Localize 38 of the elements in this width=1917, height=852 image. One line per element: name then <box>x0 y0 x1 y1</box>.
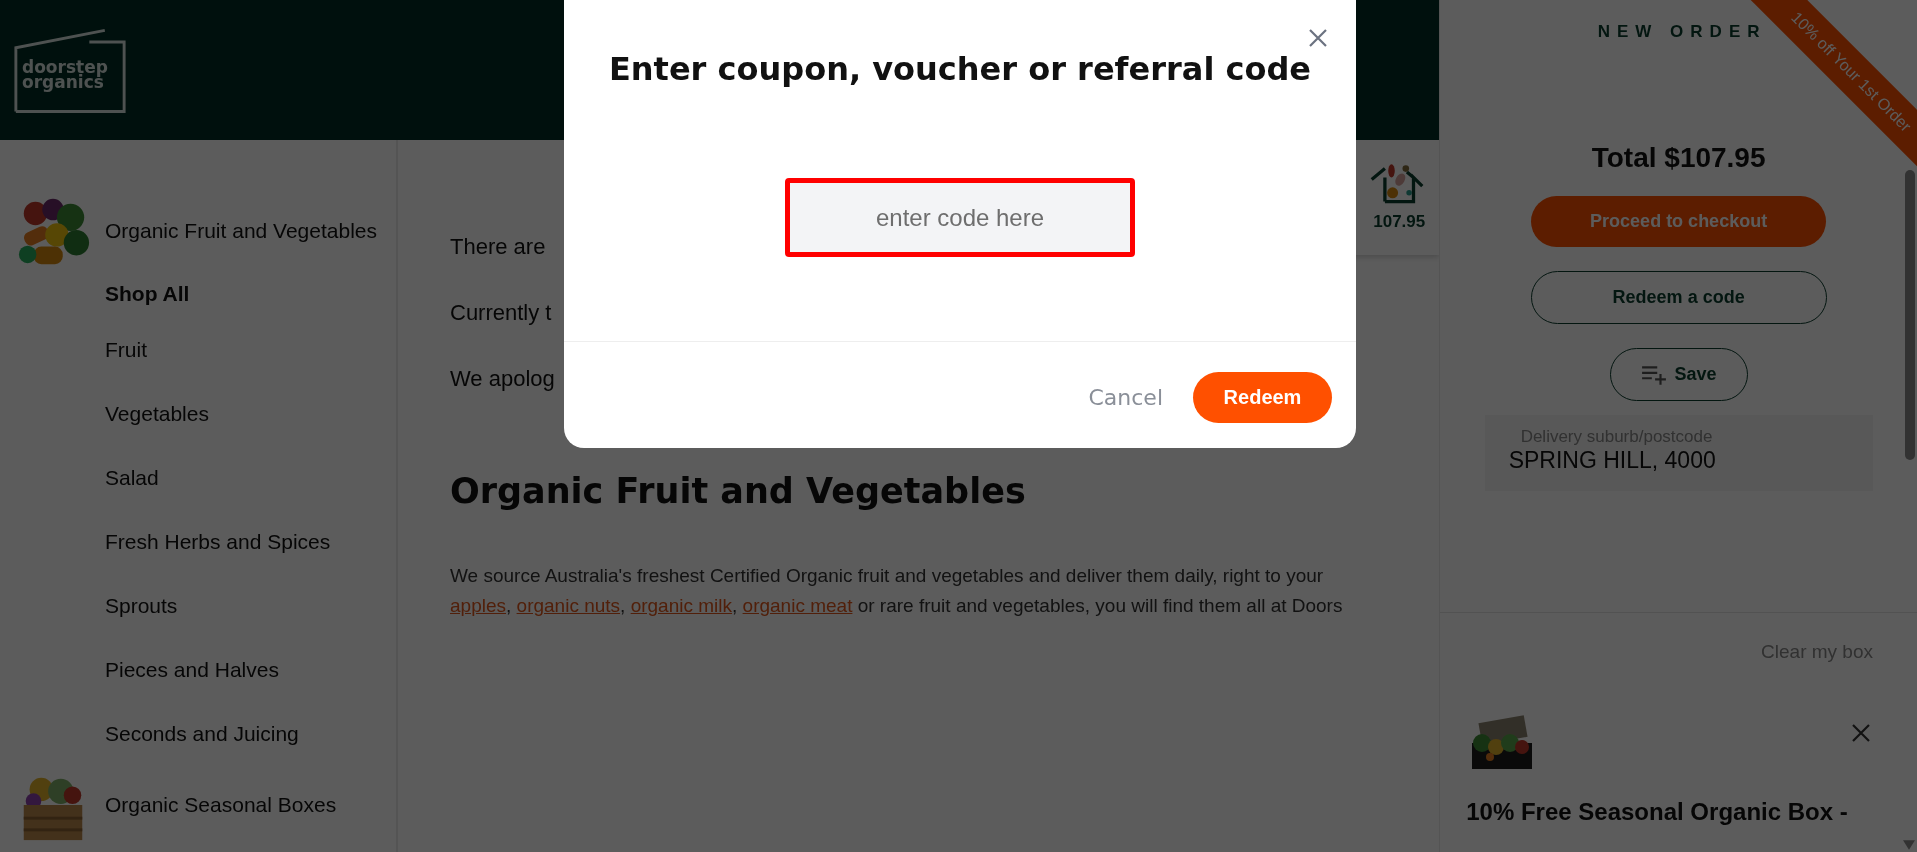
category-link[interactable]: Organic Fruit and Vegetables <box>105 219 377 243</box>
description-text: apples, organic nuts, organic milk, organic meat or rare fruit and vegetables, you will find them all at Doors <box>450 594 1343 618</box>
box-icon <box>1369 162 1426 206</box>
close-icon[interactable] <box>1308 28 1328 48</box>
notice-text: We apolog <box>450 367 555 393</box>
link[interactable]: apples <box>450 595 506 616</box>
redeem-code-button[interactable]: Redeem a code <box>1530 271 1827 324</box>
redeem-button[interactable]: Redeem <box>1193 372 1332 423</box>
save-button[interactable]: Save <box>1609 348 1748 401</box>
cancel-button[interactable]: Cancel <box>1088 385 1163 410</box>
subcategory-link[interactable]: Fruit <box>0 318 147 382</box>
subcategory-link[interactable]: Sprouts <box>0 574 178 638</box>
logo[interactable]: doorstep organics <box>12 26 128 114</box>
link[interactable]: organic nuts <box>516 595 621 616</box>
playlist-add-icon <box>1640 363 1667 386</box>
checkout-button[interactable]: Proceed to checkout <box>1531 196 1827 247</box>
cart-total: 107.95 <box>1373 212 1426 232</box>
code-input-field[interactable]: enter code here <box>785 178 1135 257</box>
category-link[interactable]: Organic Seasonal Boxes <box>105 793 337 817</box>
order-total: Total $107.95 <box>1591 142 1766 174</box>
subcategory-link[interactable]: Shop All <box>0 270 190 318</box>
section-heading: Organic Fruit and Vegetables <box>450 471 1027 511</box>
notice-text: Currently t <box>450 301 552 327</box>
subcategory-link[interactable]: Seconds and Juicing <box>0 702 299 766</box>
close-icon[interactable] <box>1851 723 1871 743</box>
subcategory-link[interactable]: Vegetables <box>0 382 209 446</box>
panel-title: NEW ORDER <box>1596 22 1767 42</box>
notice-text: There are <box>450 235 546 261</box>
subcategory-link[interactable]: Pieces and Halves <box>0 638 279 702</box>
link[interactable]: organic milk <box>630 595 732 616</box>
product-title: 10% Free Seasonal Organic Box - <box>1466 797 1848 827</box>
scroll-down-icon[interactable] <box>1903 840 1915 850</box>
dialog-title: Enter coupon, voucher or referral code <box>607 50 1313 88</box>
subcategory-link[interactable]: Fresh Herbs and Spices <box>0 510 331 574</box>
house-outline-icon <box>12 26 128 114</box>
description-text: We source Australia's freshest Certified Organic fruit and vegetables and deliver them daily, right to your <box>450 564 1324 588</box>
subcategory-link[interactable]: Salad <box>0 446 159 510</box>
link[interactable]: organic meat <box>742 595 853 616</box>
